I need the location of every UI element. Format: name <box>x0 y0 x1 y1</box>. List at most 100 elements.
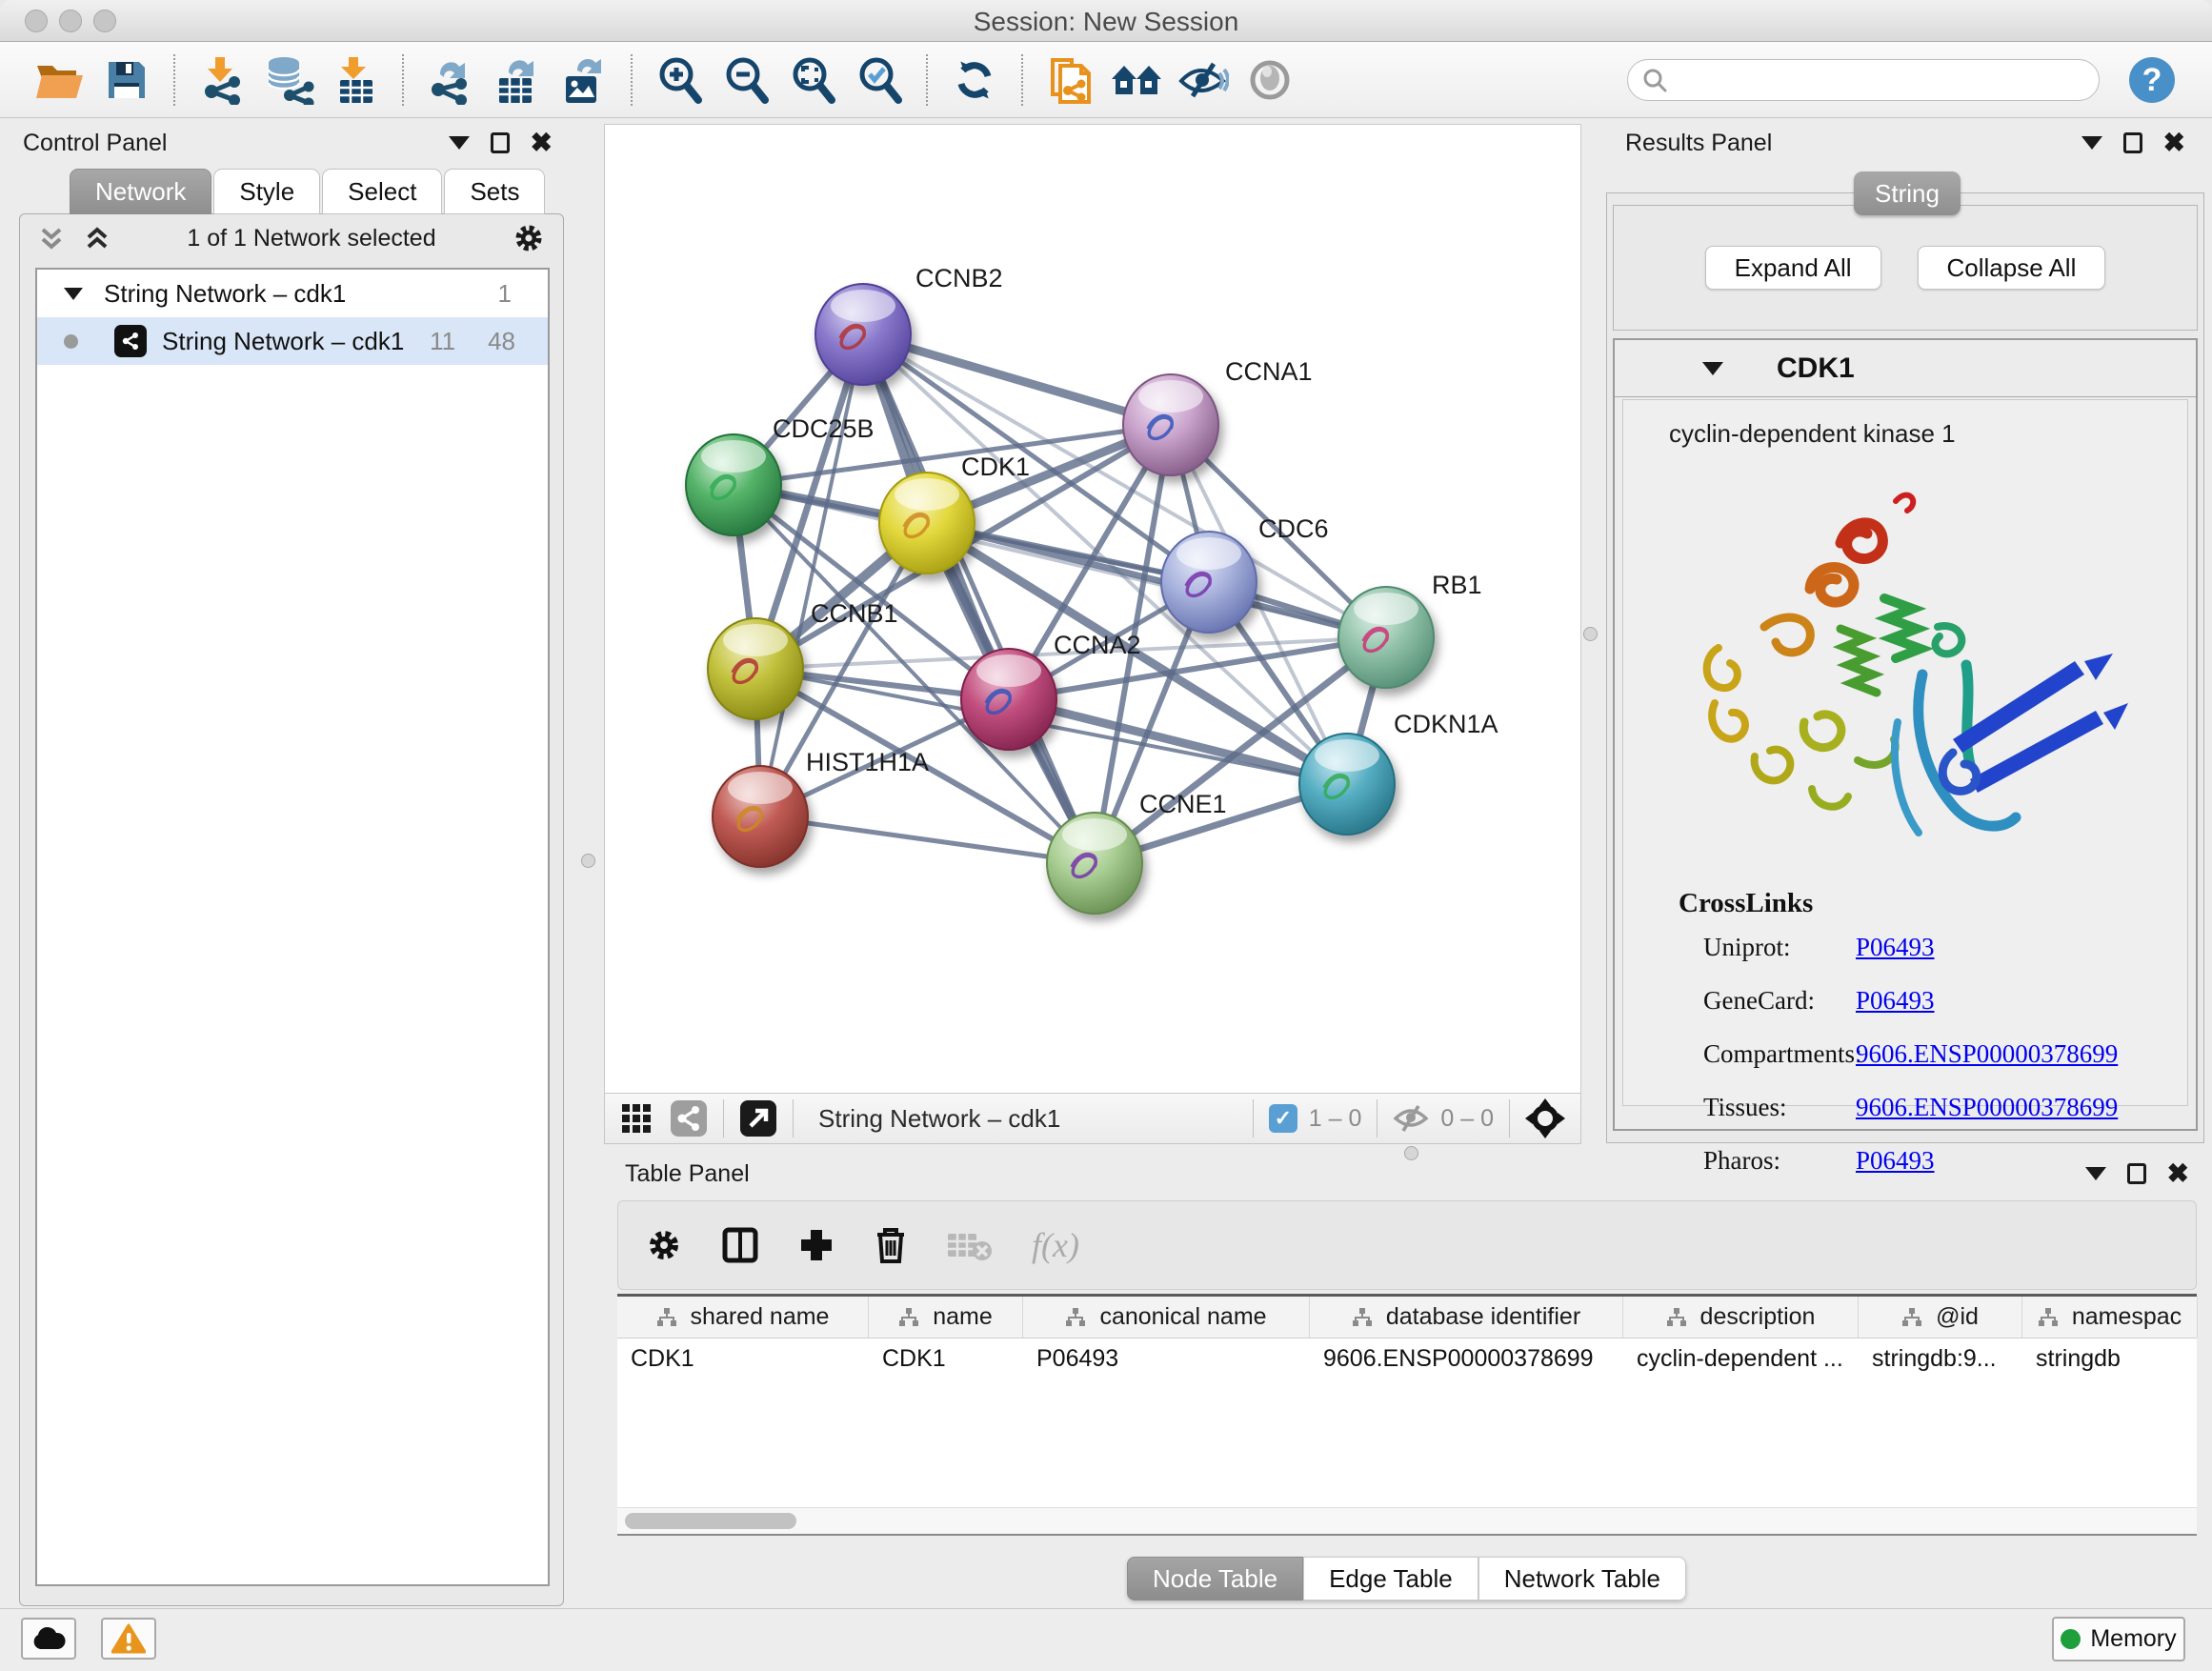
selected-checkbox-icon[interactable]: ✓ <box>1269 1104 1297 1133</box>
zoom-out-button[interactable] <box>718 52 774 108</box>
crosslink-link[interactable]: 9606.ENSP00000378699 <box>1856 1093 2118 1122</box>
network-node-HIST1H1A[interactable] <box>713 766 808 867</box>
network-node-CCNE1[interactable] <box>1047 813 1142 914</box>
network-edge-CCNE1-HIST1H1A[interactable] <box>760 816 1095 863</box>
tab-style[interactable]: Style <box>213 169 320 214</box>
table-cell[interactable]: cyclin-dependent ... <box>1623 1339 1859 1379</box>
expand-all-button[interactable]: Expand All <box>1705 246 1881 290</box>
network-node-CCNB1[interactable] <box>708 618 803 719</box>
open-in-window-icon[interactable] <box>739 1099 777 1137</box>
zoom-selected-button[interactable] <box>852 52 907 108</box>
collapse-all-button[interactable]: Collapse All <box>1918 246 2106 290</box>
table-cell[interactable]: CDK1 <box>869 1339 1023 1379</box>
tab-edge-table[interactable]: Edge Table <box>1303 1557 1478 1601</box>
memory-button[interactable]: Memory <box>2052 1617 2185 1661</box>
export-image-button[interactable] <box>556 52 612 108</box>
birdseye-grid-icon[interactable] <box>620 1101 654 1136</box>
import-network-database-button[interactable] <box>261 52 316 108</box>
import-network-icon <box>198 55 246 105</box>
show-all-panels-button[interactable] <box>1109 52 1164 108</box>
create-column-icon[interactable] <box>797 1226 835 1264</box>
column-header-shared-name[interactable]: shared name <box>617 1297 869 1338</box>
panel-close-icon[interactable]: ✖ <box>531 130 553 156</box>
panel-collapse-icon[interactable] <box>2085 1167 2106 1180</box>
vertical-splitter-handle[interactable] <box>1583 627 1598 641</box>
show-columns-icon[interactable] <box>721 1226 759 1264</box>
zoom-in-button[interactable] <box>652 52 707 108</box>
crosslink-link[interactable]: P06493 <box>1856 986 1935 1016</box>
column-header-namespac[interactable]: namespac <box>2022 1297 2198 1338</box>
network-node-CCNA2[interactable] <box>961 649 1056 750</box>
share-network-icon[interactable] <box>670 1099 708 1137</box>
panel-float-icon[interactable] <box>2127 1163 2146 1184</box>
column-header-database-identifier[interactable]: database identifier <box>1310 1297 1623 1338</box>
network-node-CDC6[interactable] <box>1161 532 1257 633</box>
table-row[interactable]: CDK1CDK1P064939606.ENSP00000378699cyclin… <box>617 1339 2197 1379</box>
help-button[interactable]: ? <box>2124 52 2180 108</box>
export-network-button[interactable] <box>423 52 478 108</box>
warning-button[interactable] <box>101 1618 156 1660</box>
hidden-eye-icon[interactable] <box>1393 1103 1429 1134</box>
collapse-all-networks-icon[interactable] <box>83 224 111 252</box>
entry-collapse-icon[interactable] <box>1702 362 1723 375</box>
table-cell[interactable]: 9606.ENSP00000378699 <box>1310 1339 1623 1379</box>
tree-expand-icon[interactable] <box>64 288 83 300</box>
import-network-file-button[interactable] <box>194 52 250 108</box>
table-cell[interactable]: stringdb:9... <box>1859 1339 2022 1379</box>
table-options-gear-icon[interactable] <box>645 1226 683 1264</box>
column-header-canonical-name[interactable]: canonical name <box>1023 1297 1310 1338</box>
tab-network[interactable]: Network <box>70 169 211 214</box>
column-header--id[interactable]: @id <box>1859 1297 2022 1338</box>
table-cell[interactable]: P06493 <box>1023 1339 1310 1379</box>
result-entry-header[interactable]: CDK1 <box>1615 340 2196 397</box>
network-node-RB1[interactable] <box>1338 587 1434 688</box>
horizontal-scrollbar[interactable] <box>617 1507 2197 1534</box>
tab-sets[interactable]: Sets <box>444 169 545 214</box>
vertical-splitter-handle[interactable] <box>581 854 595 868</box>
delete-column-icon[interactable] <box>874 1225 908 1265</box>
table-cell[interactable]: stringdb <box>2022 1339 2198 1379</box>
panel-close-icon[interactable]: ✖ <box>2167 1160 2189 1187</box>
apply-layout-button[interactable] <box>947 52 1002 108</box>
crosshair-icon[interactable] <box>1525 1098 1565 1138</box>
crosslink-link[interactable]: P06493 <box>1856 933 1935 962</box>
column-header-name[interactable]: name <box>869 1297 1023 1338</box>
tab-node-table[interactable]: Node Table <box>1127 1557 1303 1601</box>
import-table-file-button[interactable] <box>328 52 383 108</box>
network-canvas[interactable]: CCNB2CCNA1CDC25BCDK1CDC6RB1CCNB1CCNA2CDK… <box>604 124 1581 1094</box>
save-session-button[interactable] <box>99 52 154 108</box>
open-session-button[interactable] <box>32 52 88 108</box>
clone-network-button[interactable] <box>1042 52 1097 108</box>
tab-network-table[interactable]: Network Table <box>1478 1557 1686 1601</box>
network-node-CCNB2[interactable] <box>815 284 911 385</box>
panel-collapse-icon[interactable] <box>2081 136 2102 150</box>
network-collection-row[interactable]: String Network – cdk1 1 <box>37 270 548 317</box>
network-options-gear-icon[interactable] <box>512 221 546 255</box>
expand-all-networks-icon[interactable] <box>37 224 66 252</box>
tab-select[interactable]: Select <box>322 169 442 214</box>
panel-float-icon[interactable] <box>491 132 510 153</box>
search-input[interactable] <box>1668 63 2085 97</box>
panel-collapse-icon[interactable] <box>449 136 470 150</box>
network-node-CCNA1[interactable] <box>1123 374 1218 475</box>
hide-panel-button[interactable] <box>1176 52 1231 108</box>
network-node-CDK1[interactable] <box>879 473 975 574</box>
panel-float-icon[interactable] <box>2123 132 2142 153</box>
network-node-CDKN1A[interactable] <box>1299 734 1395 835</box>
scrollbar-thumb[interactable] <box>625 1513 796 1529</box>
cloud-button[interactable] <box>21 1618 76 1660</box>
network-row-selected[interactable]: String Network – cdk1 11 48 <box>37 317 548 365</box>
crosslink-row: Tissues: 9606.ENSP00000378699 <box>1679 1093 2118 1122</box>
panel-close-icon[interactable]: ✖ <box>2163 130 2185 156</box>
zoom-fit-button[interactable] <box>785 52 840 108</box>
column-label: name <box>933 1303 993 1331</box>
birdseye-toggle-button[interactable] <box>1242 52 1297 108</box>
export-table-button[interactable] <box>490 52 545 108</box>
column-type-icon <box>656 1307 677 1328</box>
crosslink-link[interactable]: 9606.ENSP00000378699 <box>1856 1039 2118 1069</box>
network-node-CDC25B[interactable] <box>686 434 781 535</box>
tab-string[interactable]: String <box>1854 171 1961 215</box>
column-header-description[interactable]: description <box>1623 1297 1859 1338</box>
table-cell[interactable]: CDK1 <box>617 1339 869 1379</box>
search-field[interactable] <box>1627 59 2100 101</box>
